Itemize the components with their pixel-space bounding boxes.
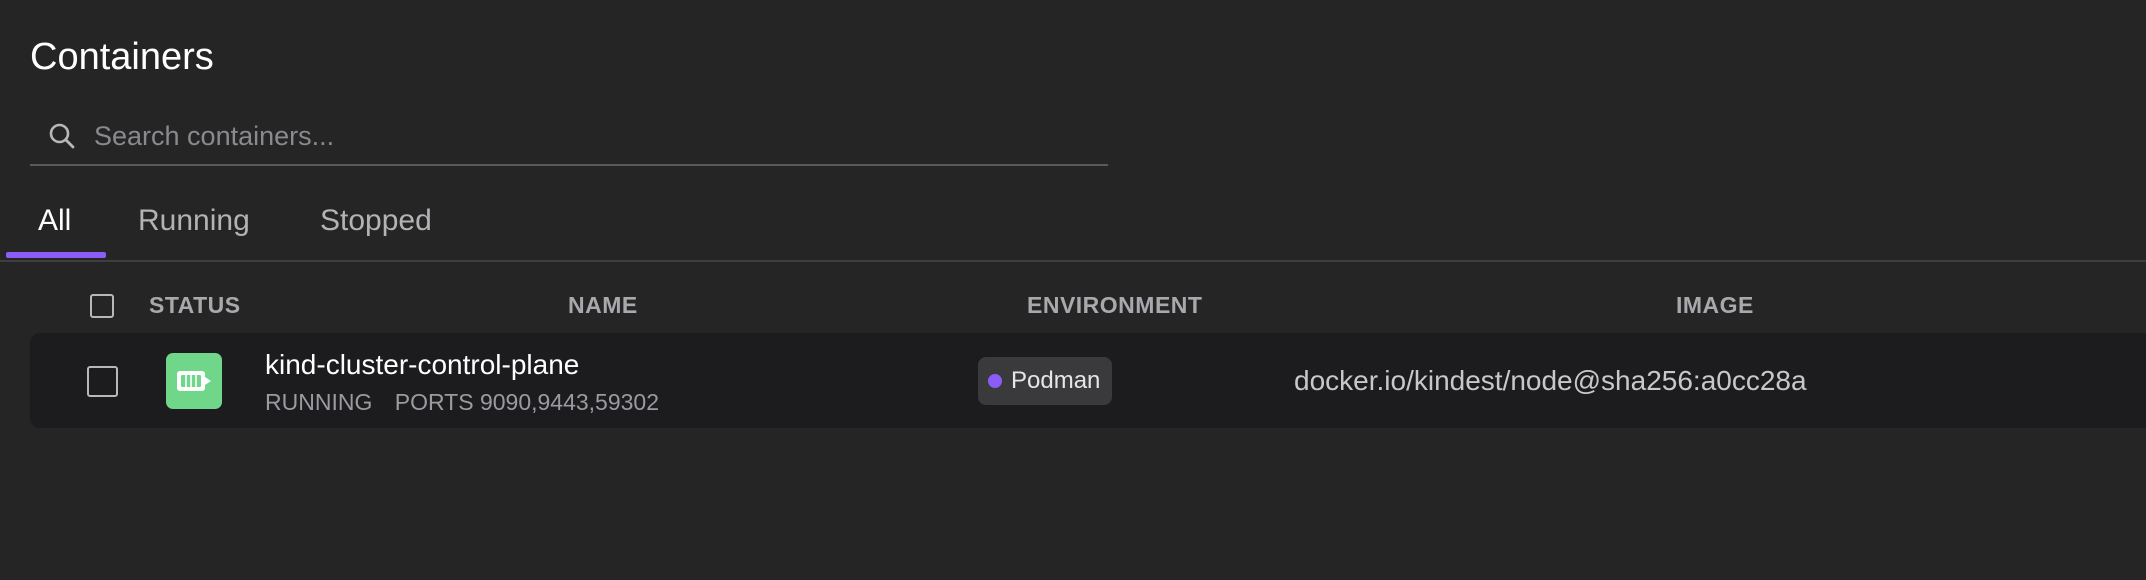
- podman-dot-icon: [988, 374, 1002, 388]
- search-icon: [49, 123, 75, 149]
- table-header: STATUS NAME ENVIRONMENT IMAGE: [0, 288, 2146, 324]
- container-ports: PORTS 9090,9443,59302: [394, 389, 660, 415]
- column-header-image[interactable]: IMAGE: [1676, 292, 1754, 319]
- page-title: Containers: [30, 36, 214, 78]
- container-details: RUNNING PORTS 9090,9443,59302: [265, 389, 659, 416]
- tab-all[interactable]: All: [38, 204, 71, 238]
- column-header-status[interactable]: STATUS: [149, 292, 241, 319]
- tab-stopped[interactable]: Stopped: [320, 204, 432, 238]
- container-name[interactable]: kind-cluster-control-plane: [265, 349, 579, 381]
- container-state: RUNNING: [265, 389, 373, 415]
- select-all-checkbox[interactable]: [90, 294, 114, 318]
- table-row[interactable]: kind-cluster-control-plane RUNNING PORTS…: [30, 333, 2146, 428]
- container-icon: [177, 371, 211, 391]
- column-header-environment[interactable]: ENVIRONMENT: [1027, 292, 1202, 319]
- row-select-checkbox[interactable]: [87, 366, 118, 397]
- environment-label: Podman: [1011, 367, 1101, 394]
- search-input[interactable]: [92, 119, 1056, 153]
- tab-running[interactable]: Running: [138, 204, 250, 238]
- status-running-icon: [166, 353, 222, 409]
- environment-badge: Podman: [978, 357, 1113, 405]
- container-image: docker.io/kindest/node@sha256:a0cc28a: [1294, 365, 1807, 396]
- active-tab-indicator: [6, 252, 106, 258]
- column-header-name[interactable]: NAME: [568, 292, 638, 319]
- filter-tabs: All Running Stopped: [0, 190, 2146, 262]
- search-bar[interactable]: [30, 108, 1108, 166]
